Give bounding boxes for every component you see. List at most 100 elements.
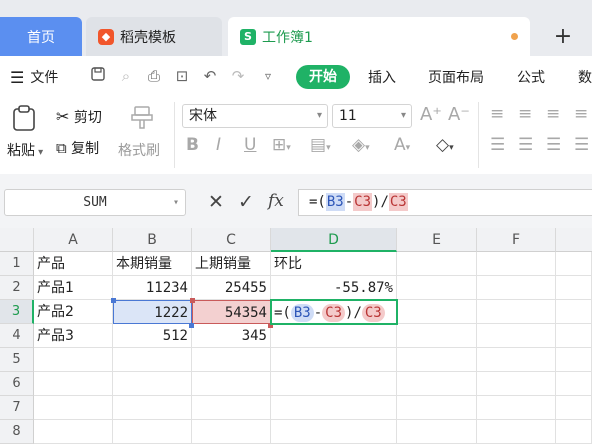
name-box[interactable]: SUM ▾ xyxy=(4,189,186,216)
row-header-7[interactable]: 7 xyxy=(0,396,34,420)
row-header-8[interactable]: 8 xyxy=(0,420,34,444)
ribbon-tab-formula[interactable]: 公式 xyxy=(517,67,545,87)
empty-cell[interactable] xyxy=(113,396,192,420)
empty-cell[interactable] xyxy=(477,372,556,396)
empty-cell[interactable] xyxy=(477,276,556,300)
ref-handle-b3[interactable] xyxy=(189,323,194,328)
column-header-f[interactable]: F xyxy=(477,228,556,252)
undo-icon[interactable]: ↶ xyxy=(200,66,220,86)
column-header-d[interactable]: D xyxy=(271,228,397,252)
empty-cell[interactable] xyxy=(477,396,556,420)
cell-a1[interactable]: 产品 xyxy=(34,252,113,276)
empty-cell[interactable] xyxy=(397,348,477,372)
format-painter-label[interactable]: 格式刷 xyxy=(118,140,160,160)
empty-cell[interactable] xyxy=(556,324,592,348)
row-header-6[interactable]: 6 xyxy=(0,372,34,396)
row-header-5[interactable]: 5 xyxy=(0,348,34,372)
format-painter-icon[interactable] xyxy=(128,104,156,136)
underline-icon[interactable]: U xyxy=(244,135,256,155)
align-middle-icon[interactable]: ≡ xyxy=(518,104,532,124)
tab-workbook[interactable]: S 工作簿1 xyxy=(228,17,530,56)
ref-handle-c3[interactable] xyxy=(190,298,195,303)
tab-docer-templates[interactable]: ◆ 稻壳模板 xyxy=(86,17,222,56)
cancel-formula-icon[interactable]: ✕ xyxy=(208,191,224,213)
empty-cell[interactable] xyxy=(556,276,592,300)
empty-cell[interactable] xyxy=(113,420,192,444)
cell-d2[interactable]: -55.87% xyxy=(271,276,397,300)
ribbon-tab-start[interactable]: 开始 xyxy=(296,65,350,89)
empty-cell[interactable] xyxy=(397,252,477,276)
align-bottom-icon[interactable]: ≡ xyxy=(546,104,560,124)
paste-button[interactable]: 粘贴 ▾ xyxy=(7,140,43,160)
increase-font-icon[interactable]: A⁺ xyxy=(420,104,442,125)
fill-color-icon[interactable]: ◈▾ xyxy=(352,135,370,155)
empty-cell[interactable] xyxy=(556,420,592,444)
cell-c3-referenced[interactable]: 54354 xyxy=(192,300,271,324)
empty-cell[interactable] xyxy=(271,396,397,420)
empty-cell[interactable] xyxy=(477,348,556,372)
cell-a2[interactable]: 产品1 xyxy=(34,276,113,300)
empty-cell[interactable] xyxy=(192,396,271,420)
select-all-corner[interactable] xyxy=(0,228,34,252)
cell-b2[interactable]: 11234 xyxy=(113,276,192,300)
ribbon-tab-data[interactable]: 数 xyxy=(578,67,592,87)
empty-cell[interactable] xyxy=(477,420,556,444)
cell-c1[interactable]: 上期销量 xyxy=(192,252,271,276)
column-header-g[interactable] xyxy=(556,228,592,252)
align-center-icon[interactable]: ☰ xyxy=(518,135,533,155)
empty-cell[interactable] xyxy=(477,252,556,276)
empty-cell[interactable] xyxy=(556,372,592,396)
font-color-icon[interactable]: A▾ xyxy=(394,135,410,155)
empty-cell[interactable] xyxy=(34,372,113,396)
align-right-icon[interactable]: ☰ xyxy=(546,135,561,155)
cell-d3-editing[interactable]: =(B3- C3)/C3 xyxy=(270,299,398,325)
empty-cell[interactable] xyxy=(397,420,477,444)
cell-b4[interactable]: 512 xyxy=(113,324,192,348)
menu-file-button[interactable]: ☰ 文件 xyxy=(10,67,58,87)
cell-c2[interactable]: 25455 xyxy=(192,276,271,300)
cell-style-icon[interactable]: ▤▾ xyxy=(310,135,331,155)
cell-a3[interactable]: 产品2 xyxy=(34,300,113,324)
empty-cell[interactable] xyxy=(556,252,592,276)
empty-cell[interactable] xyxy=(271,420,397,444)
empty-cell[interactable] xyxy=(34,396,113,420)
align-top-icon[interactable]: ≡ xyxy=(490,104,504,124)
tab-home[interactable]: 首页 xyxy=(0,17,82,56)
ref-handle-b3[interactable] xyxy=(111,298,116,303)
empty-cell[interactable] xyxy=(397,324,477,348)
ribbon-tab-insert[interactable]: 插入 xyxy=(368,67,396,87)
align-extra-icon[interactable]: ≡ xyxy=(574,104,588,124)
empty-cell[interactable] xyxy=(271,324,397,348)
cut-button[interactable]: ✂ 剪切 xyxy=(56,107,102,127)
empty-cell[interactable] xyxy=(271,348,397,372)
ribbon-tab-page-layout[interactable]: 页面布局 xyxy=(428,67,484,87)
cell-b1[interactable]: 本期销量 xyxy=(113,252,192,276)
column-header-a[interactable]: A xyxy=(34,228,113,252)
row-header-4[interactable]: 4 xyxy=(0,324,34,348)
empty-cell[interactable] xyxy=(556,396,592,420)
insert-function-button[interactable]: fx xyxy=(268,191,284,211)
format-brush-icon[interactable]: ⌕ xyxy=(116,66,136,86)
bold-icon[interactable]: B xyxy=(186,135,199,155)
empty-cell[interactable] xyxy=(192,420,271,444)
column-header-e[interactable]: E xyxy=(397,228,477,252)
cell-d1[interactable]: 环比 xyxy=(271,252,397,276)
empty-cell[interactable] xyxy=(113,372,192,396)
empty-cell[interactable] xyxy=(477,300,556,324)
empty-cell[interactable] xyxy=(397,396,477,420)
empty-cell[interactable] xyxy=(397,372,477,396)
eraser-icon[interactable]: ◇▾ xyxy=(436,135,454,155)
decrease-font-icon[interactable]: A⁻ xyxy=(448,104,470,125)
save-icon[interactable] xyxy=(88,66,108,86)
font-size-select[interactable]: 11 ▾ xyxy=(332,104,412,128)
empty-cell[interactable] xyxy=(397,276,477,300)
redo-icon[interactable]: ↷ xyxy=(228,66,248,86)
empty-cell[interactable] xyxy=(192,348,271,372)
cell-b3-referenced[interactable]: 1222 xyxy=(113,300,192,324)
italic-icon[interactable]: I xyxy=(216,135,221,155)
row-header-2[interactable]: 2 xyxy=(0,276,34,300)
align-left-icon[interactable]: ☰ xyxy=(490,135,505,155)
empty-cell[interactable] xyxy=(34,420,113,444)
column-header-b[interactable]: B xyxy=(113,228,192,252)
empty-cell[interactable] xyxy=(34,348,113,372)
